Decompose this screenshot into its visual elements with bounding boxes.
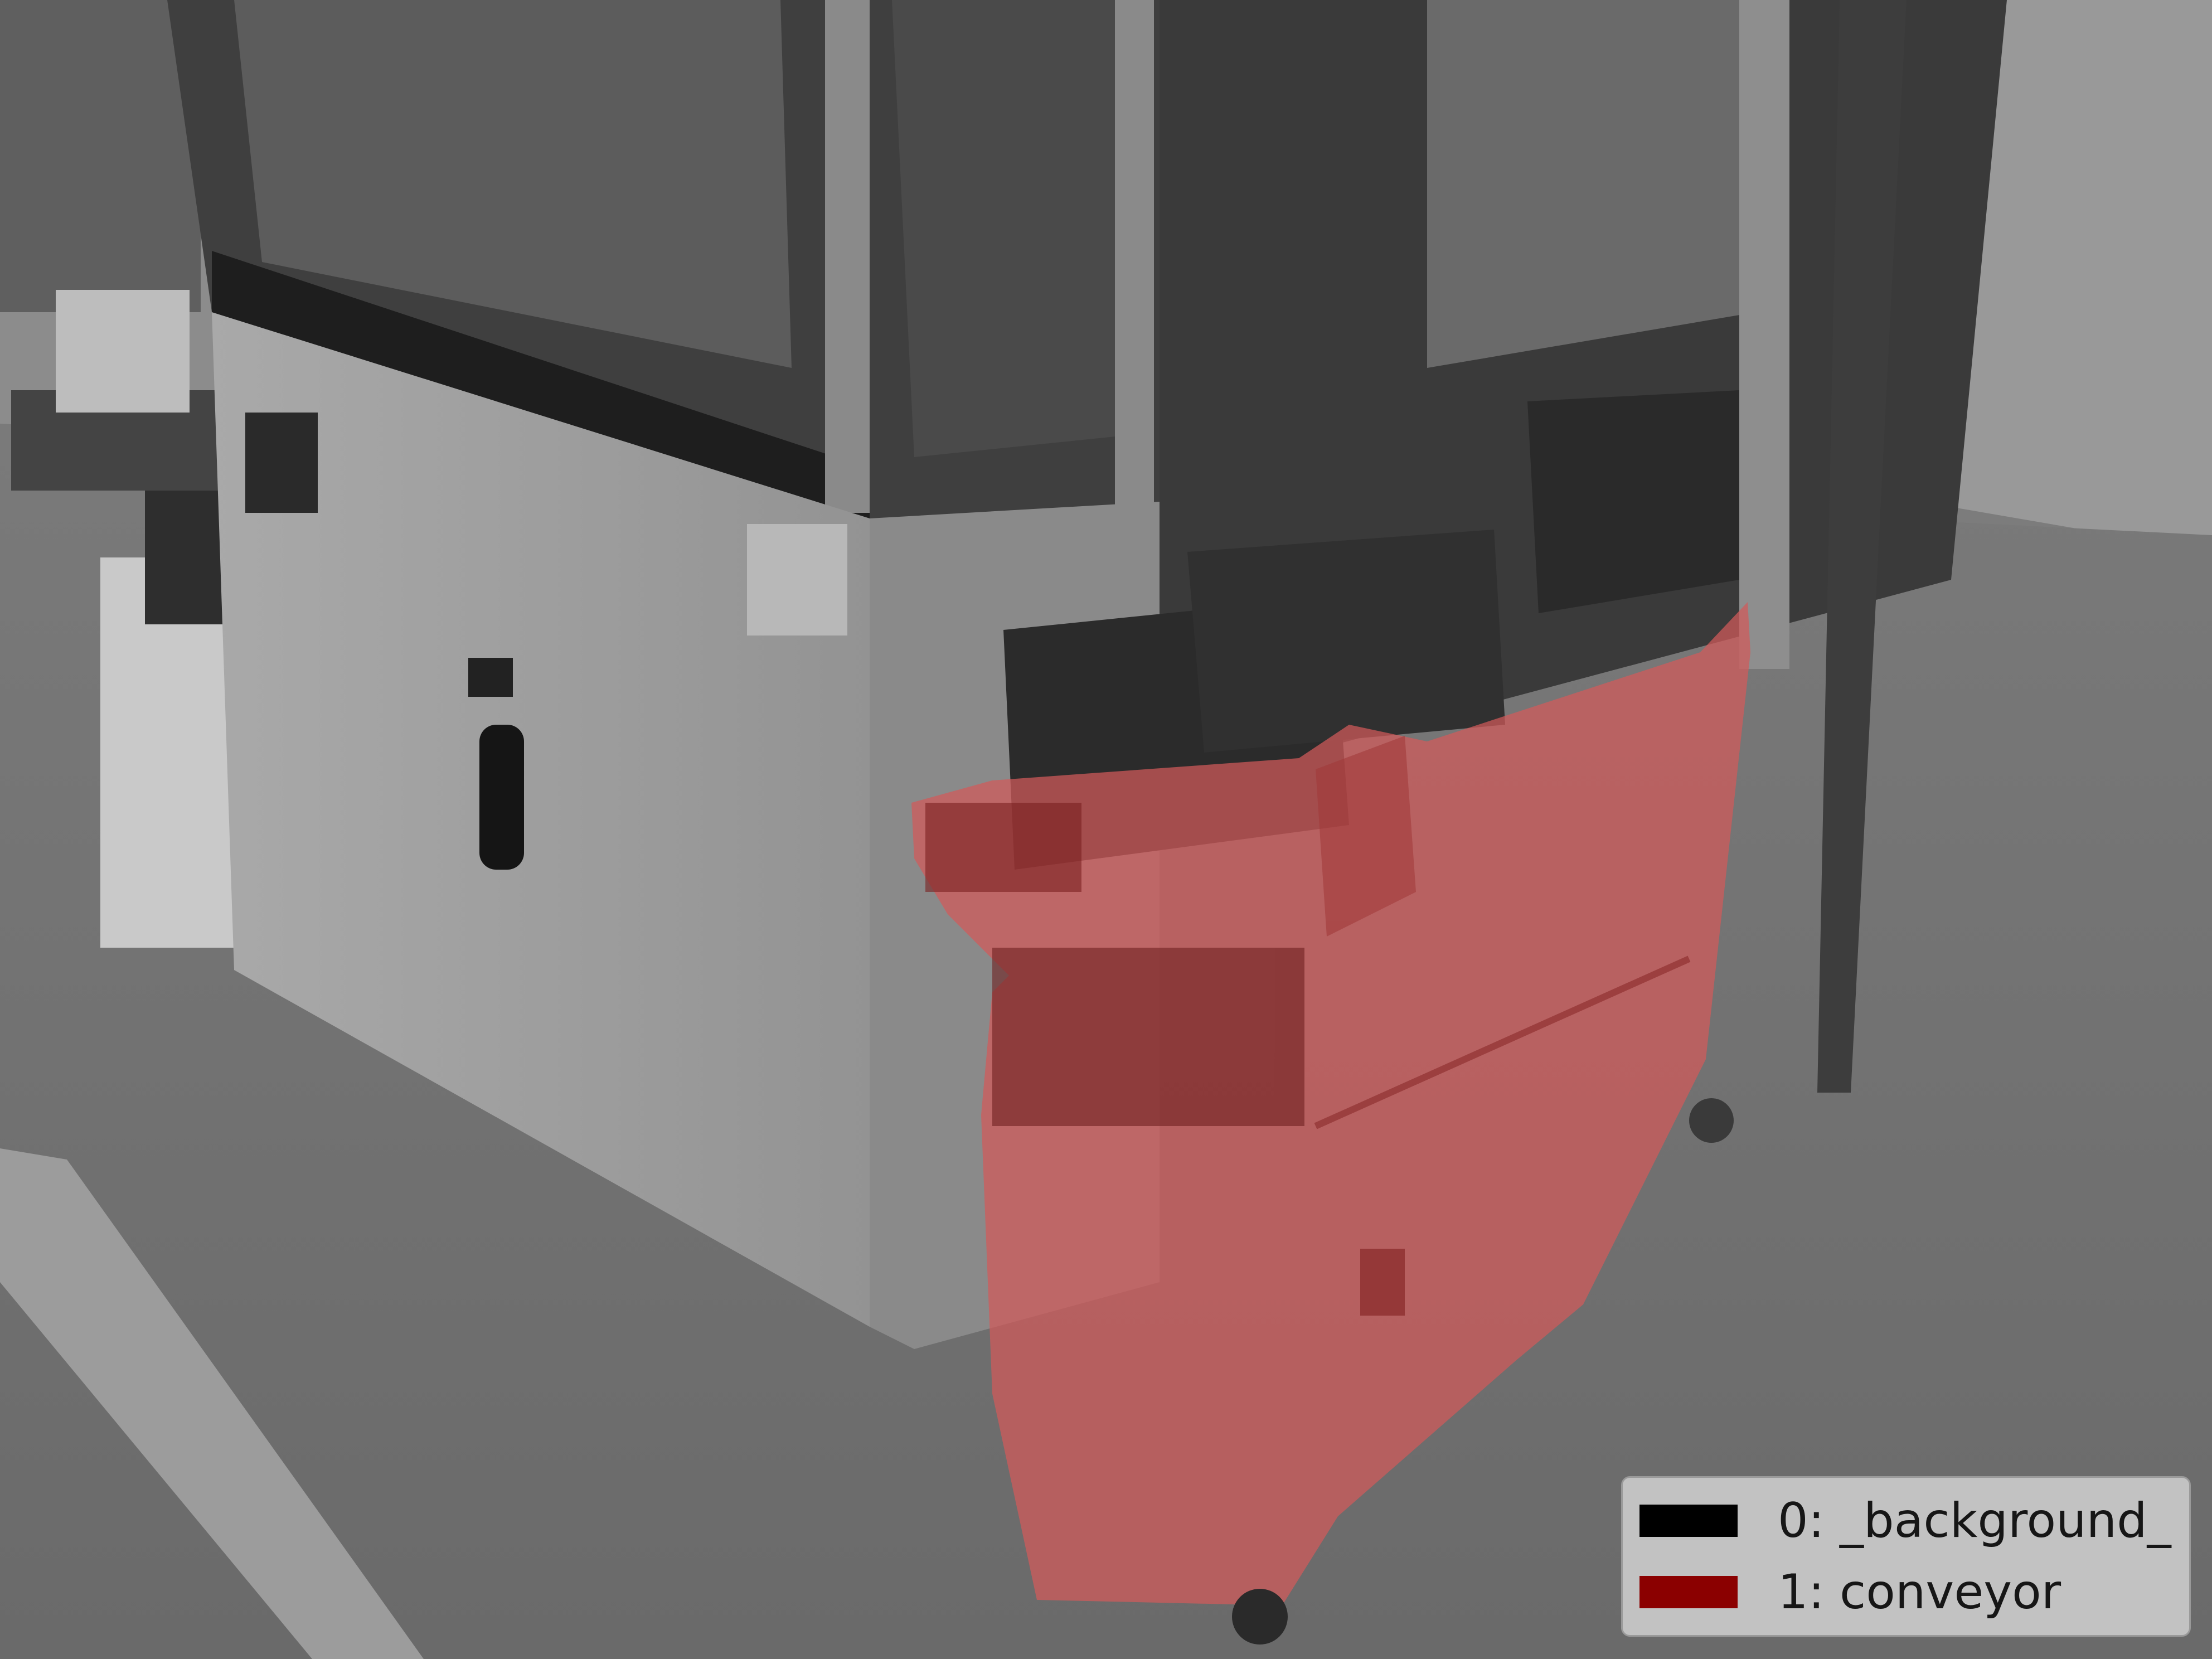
segmentation-image (0, 0, 2212, 1659)
legend-swatch (1639, 1505, 1738, 1537)
cabinet-lock (468, 658, 513, 697)
legend-label: 0: _background_ (1778, 1493, 2171, 1549)
cabinet-label-plate (747, 524, 847, 636)
control-panel-screen (245, 413, 318, 513)
caster-wheel (1689, 1098, 1734, 1143)
caster-wheel (1232, 1589, 1288, 1645)
legend: 0: _background_ 1: conveyor (1621, 1476, 2191, 1637)
legend-label: 1: conveyor (1778, 1564, 2061, 1620)
legend-item-background: 0: _background_ (1639, 1490, 2171, 1551)
legend-item-conveyor: 1: conveyor (1639, 1561, 2061, 1623)
cabinet-handle (479, 725, 524, 870)
legend-swatch (1639, 1576, 1738, 1608)
